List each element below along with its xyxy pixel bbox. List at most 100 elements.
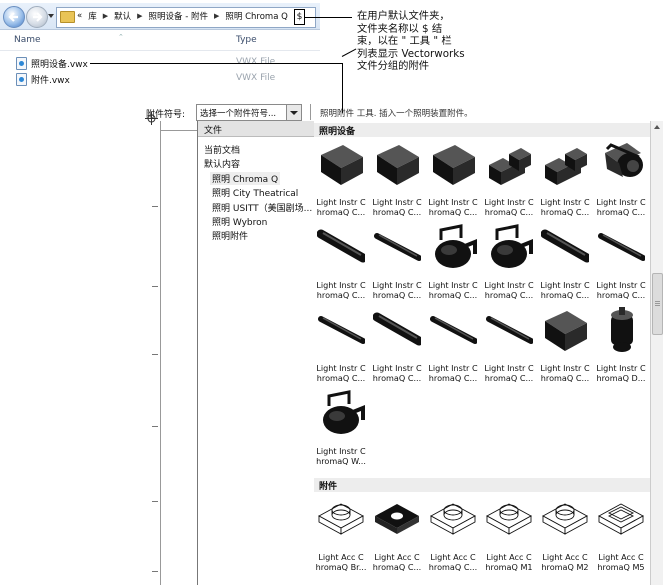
- symbol-caption-line: Light Acc C: [430, 552, 476, 562]
- tree-item[interactable]: 照明 Wybron: [210, 215, 269, 228]
- callout-leader-line: [304, 17, 352, 18]
- symbol-tile[interactable]: Light Acc ChromaQ C...: [370, 496, 424, 576]
- ruler-tick: [152, 571, 158, 572]
- symbol-tile[interactable]: Light Acc ChromaQ M2: [538, 496, 592, 576]
- symbol-tile[interactable]: Light Instr ChromaQ C...: [426, 307, 480, 387]
- tube-fixture-icon: [541, 229, 589, 263]
- symbol-caption-line: Light Instr C: [316, 197, 366, 207]
- tree-item[interactable]: 照明 USITT（美国剧场...: [210, 201, 314, 214]
- toolbar-divider: [310, 104, 311, 120]
- chevron-right-icon[interactable]: ▶: [137, 12, 142, 20]
- symbol-caption-line: Light Instr C: [596, 280, 646, 290]
- section-header: 照明设备: [314, 123, 650, 137]
- thin-tube-fixture-icon: [598, 233, 645, 261]
- wire-frame-accessory-icon: [486, 503, 532, 535]
- symbol-tile[interactable]: Light Acc ChromaQ C...: [426, 496, 480, 576]
- breadcrumb: « 库 ▶ 默认 ▶ 照明设备 - 附件 ▶ 照明 Chroma Q: [77, 10, 294, 22]
- attachment-symbol-value: 选择一个附件符号...: [200, 109, 277, 119]
- file-row[interactable]: 附件.vwx VWX File: [0, 71, 320, 87]
- breadcrumb-library[interactable]: 库: [88, 10, 97, 22]
- symbol-caption: Light Instr ChromaQ C...: [370, 363, 424, 383]
- ruler-tick: [152, 206, 158, 207]
- tree-item[interactable]: 照明 Chroma Q: [210, 171, 281, 185]
- section-title: 附件: [319, 482, 338, 492]
- tree-item[interactable]: 默认内容: [202, 157, 242, 170]
- dropdown-arrow-icon[interactable]: [286, 105, 301, 120]
- symbol-tile[interactable]: Light Instr ChromaQ C...: [594, 141, 648, 221]
- symbol-caption-line: hromaQ C...: [596, 207, 646, 217]
- address-bar[interactable]: « 库 ▶ 默认 ▶ 照明设备 - 附件 ▶ 照明 Chroma Q $: [56, 7, 316, 28]
- box-fixture-icon: [433, 145, 475, 185]
- scroll-thumb[interactable]: [652, 273, 663, 335]
- history-dropdown-icon[interactable]: [48, 14, 54, 18]
- symbol-tile[interactable]: Light Instr ChromaQ W...: [314, 390, 368, 470]
- breadcrumb-lighting-accessories[interactable]: 照明设备 - 附件: [149, 10, 208, 22]
- file-type: VWX File: [236, 73, 276, 83]
- callout-text: 在用户默认文件夹， 文件夹名称以 $ 结 束，以在 " 工具 " 栏 列表显示 …: [357, 10, 487, 73]
- column-name-header[interactable]: Name: [14, 35, 41, 45]
- callout-line: 文件分组的附件: [357, 60, 430, 72]
- wire-frame-accessory-icon: [430, 503, 476, 535]
- forward-button[interactable]: [26, 6, 48, 28]
- symbol-caption-line: hromaQ M5: [597, 562, 645, 572]
- breadcrumb-default[interactable]: 默认: [114, 10, 131, 22]
- symbol-tile[interactable]: Light Acc ChromaQ M5: [594, 496, 648, 576]
- symbol-tile[interactable]: Light Instr ChromaQ C...: [538, 141, 592, 221]
- symbol-tile[interactable]: Light Instr ChromaQ C...: [314, 224, 368, 304]
- symbol-tile[interactable]: Light Instr ChromaQ C...: [594, 224, 648, 304]
- column-type-header[interactable]: Type: [236, 35, 257, 45]
- symbol-tile[interactable]: Light Instr ChromaQ C...: [314, 141, 368, 221]
- symbol-tile[interactable]: Light Instr ChromaQ C...: [538, 224, 592, 304]
- symbol-tile[interactable]: Light Instr ChromaQ C...: [370, 141, 424, 221]
- symbol-caption-line: Light Instr C: [540, 197, 590, 207]
- solid-frame-accessory-icon: [375, 504, 419, 534]
- attachment-symbol-select[interactable]: 选择一个附件符号...: [196, 104, 302, 121]
- thin-tube-fixture-icon: [374, 233, 421, 261]
- symbol-caption-line: hromaQ C...: [484, 207, 534, 217]
- symbol-caption: Light Instr ChromaQ C...: [482, 197, 536, 217]
- gallery-scrollbar[interactable]: [650, 121, 663, 585]
- file-name: 照明设备.vwx: [31, 60, 88, 70]
- symbol-tile[interactable]: Light Instr ChromaQ C...: [314, 307, 368, 387]
- back-button[interactable]: [3, 6, 25, 28]
- explorer-nav-bar: « 库 ▶ 默认 ▶ 照明设备 - 附件 ▶ 照明 Chroma Q $: [0, 3, 320, 30]
- symbol-caption-line: Light Instr C: [596, 363, 646, 373]
- symbol-caption-line: hromaQ D...: [596, 373, 646, 383]
- symbol-tile[interactable]: Light Instr ChromaQ C...: [426, 224, 480, 304]
- symbol-tile[interactable]: Light Instr ChromaQ C...: [426, 141, 480, 221]
- symbol-caption: Light Acc ChromaQ M2: [538, 552, 592, 572]
- arrow-left-icon: [8, 12, 18, 22]
- breadcrumb-chroma-q[interactable]: 照明 Chroma Q: [225, 10, 287, 22]
- yoke-fixture-icon: [323, 390, 365, 434]
- tree-item[interactable]: 当前文档: [202, 143, 242, 156]
- tree-item[interactable]: 照明 City Theatrical: [210, 186, 300, 199]
- chevron-right-icon[interactable]: ▶: [103, 12, 108, 20]
- symbol-tile[interactable]: Light Acc ChromaQ Br...: [314, 496, 368, 576]
- symbol-caption-line: Light Instr C: [596, 197, 646, 207]
- symbol-tile[interactable]: Light Instr ChromaQ C...: [370, 307, 424, 387]
- scroll-up-icon[interactable]: [651, 121, 663, 133]
- symbol-caption-line: hromaQ C...: [484, 290, 534, 300]
- symbol-tile[interactable]: Light Instr ChromaQ C...: [482, 224, 536, 304]
- chevron-right-icon[interactable]: ▶: [214, 12, 219, 20]
- tree-item[interactable]: 照明附件: [210, 229, 250, 242]
- breadcrumb-overflow[interactable]: «: [77, 11, 82, 21]
- header-divider: [0, 50, 320, 51]
- symbol-tile[interactable]: Light Instr ChromaQ C...: [482, 307, 536, 387]
- callout-line: 列表显示 Vectorworks: [357, 47, 465, 60]
- symbol-tile[interactable]: Light Instr ChromaQ C...: [538, 307, 592, 387]
- symbol-caption-line: hromaQ M1: [485, 562, 533, 572]
- symbol-caption-line: Light Instr C: [484, 280, 534, 290]
- symbol-caption-line: Light Instr C: [316, 363, 366, 373]
- symbol-tile[interactable]: Light Acc ChromaQ M1: [482, 496, 536, 576]
- symbol-tile[interactable]: Light Instr ChromaQ C...: [370, 224, 424, 304]
- symbol-caption-line: Light Instr C: [372, 197, 422, 207]
- tube-fixture-icon: [317, 229, 365, 263]
- spot-fixture-icon: [605, 143, 643, 177]
- symbol-caption: Light Instr ChromaQ C...: [594, 280, 648, 300]
- symbol-caption: Light Instr ChromaQ C...: [594, 197, 648, 217]
- symbol-tile[interactable]: Light Instr ChromaQ C...: [482, 141, 536, 221]
- symbol-tile[interactable]: Light Instr ChromaQ D...: [594, 307, 648, 387]
- ruler-origin-icon[interactable]: [145, 112, 158, 125]
- vertical-ruler: [144, 112, 161, 585]
